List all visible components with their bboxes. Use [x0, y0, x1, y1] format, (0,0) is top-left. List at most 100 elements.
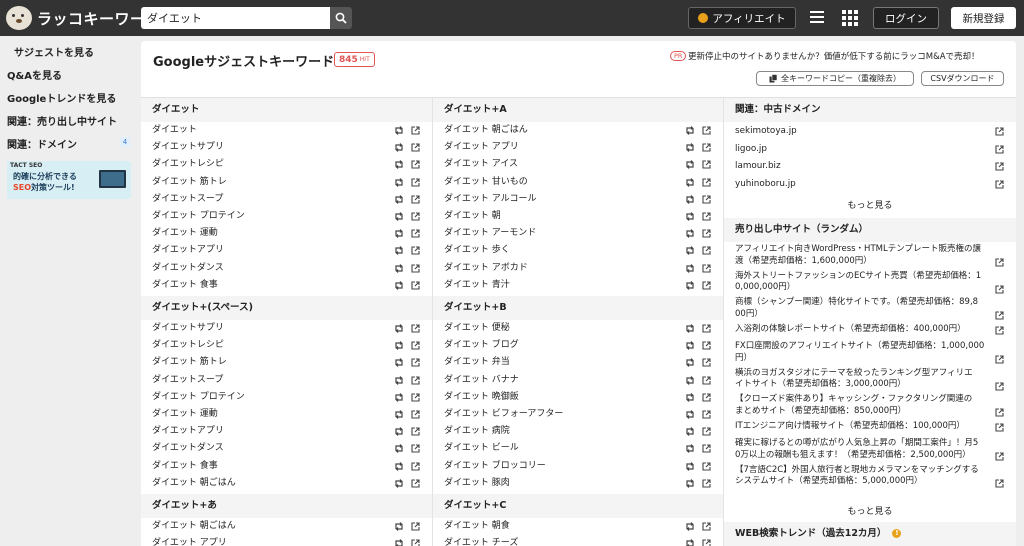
external-link-icon[interactable]: [702, 246, 711, 255]
dig-deeper-icon[interactable]: [685, 160, 695, 170]
apps-grid-icon[interactable]: [842, 10, 858, 26]
tact-seo-banner[interactable]: TACT SEO 的確に分析できる SEO対策ツール!: [7, 161, 131, 199]
keyword-row[interactable]: ダイエット 甘いもの: [433, 174, 723, 191]
external-link-icon[interactable]: [702, 143, 711, 152]
keyword-text[interactable]: ダイエットサプリ: [152, 142, 224, 152]
external-link-icon[interactable]: [702, 522, 711, 531]
dig-deeper-icon[interactable]: [685, 126, 695, 135]
dig-deeper-icon[interactable]: [685, 324, 695, 333]
external-link-icon[interactable]: [702, 444, 711, 453]
external-link-icon[interactable]: [411, 358, 420, 367]
external-link-icon[interactable]: [702, 393, 711, 402]
keyword-text[interactable]: ダイエット 晩御飯: [444, 392, 519, 402]
dig-deeper-icon[interactable]: [685, 539, 695, 546]
dig-deeper-icon[interactable]: [394, 461, 404, 471]
external-link-icon[interactable]: [411, 264, 420, 273]
external-link-icon[interactable]: [702, 479, 711, 488]
external-link-icon[interactable]: [995, 355, 1004, 364]
keyword-text[interactable]: ダイエット アイス: [444, 159, 518, 169]
keyword-text[interactable]: ダイエット アプリ: [152, 538, 227, 546]
keyword-row[interactable]: ダイエットサプリ: [141, 139, 432, 156]
keyword-row[interactable]: ダイエットアプリ: [141, 242, 432, 259]
keyword-row[interactable]: ダイエット ブロッコリー: [433, 458, 723, 475]
external-link-icon[interactable]: [411, 126, 420, 135]
sidebar-item-sites-for-sale[interactable]: 関連：売り出し中サイト: [7, 113, 117, 128]
keyword-text[interactable]: ダイエット 甘いもの: [444, 177, 528, 187]
external-link-icon[interactable]: [702, 324, 711, 333]
external-link-icon[interactable]: [702, 376, 711, 385]
site-for-sale-row[interactable]: 入浴剤の体験レポートサイト（希望売却価格：400,000円）: [724, 324, 1016, 336]
keyword-text[interactable]: ダイエットアプリ: [152, 426, 224, 436]
external-link-icon[interactable]: [995, 144, 1004, 154]
keyword-text[interactable]: ダイエット アプリ: [444, 142, 519, 152]
site-for-sale-row[interactable]: 商標（シャンプー関連）特化サイトです。（希望売却価格：89,8 00円）: [724, 297, 1016, 320]
keyword-row[interactable]: ダイエット 朝ごはん: [141, 518, 432, 535]
dig-deeper-icon[interactable]: [394, 126, 404, 135]
external-link-icon[interactable]: [702, 427, 711, 436]
keyword-text[interactable]: ダイエットダンス: [152, 443, 224, 453]
external-link-icon[interactable]: [702, 281, 711, 290]
keyword-text[interactable]: ダイエット 青汁: [444, 280, 510, 290]
external-link-icon[interactable]: [411, 539, 420, 546]
dig-deeper-icon[interactable]: [685, 280, 695, 290]
external-link-icon[interactable]: [411, 479, 420, 488]
dig-deeper-icon[interactable]: [394, 375, 404, 385]
dig-deeper-icon[interactable]: [394, 143, 404, 153]
external-link-icon[interactable]: [411, 376, 420, 385]
external-link-icon[interactable]: [702, 178, 711, 187]
login-button[interactable]: ログイン: [873, 7, 939, 29]
keyword-text[interactable]: ダイエット チーズ: [444, 538, 518, 546]
external-link-icon[interactable]: [702, 341, 711, 350]
site-for-sale-row[interactable]: 横浜のヨガスタジオにテーマを絞ったランキング型アフィリエ イトサイト（希望売却価格…: [724, 368, 1016, 391]
sidebar-item-qa[interactable]: Q&Aを見る: [7, 67, 62, 82]
external-link-icon[interactable]: [995, 258, 1004, 267]
dig-deeper-icon[interactable]: [394, 212, 404, 221]
site-for-sale-row[interactable]: 【7言語C2C】外国人旅行者と現地カメラマンをマッチングする システムサイト（希望…: [724, 465, 1016, 488]
keyword-row[interactable]: ダイエット アーモンド: [433, 225, 723, 242]
keyword-row[interactable]: ダイエット 食事: [141, 458, 432, 475]
keyword-row[interactable]: ダイエット 弁当: [433, 354, 723, 371]
keyword-text[interactable]: ダイエット 運動: [152, 409, 218, 419]
more-sites-link[interactable]: もっと見る: [724, 504, 1016, 517]
keyword-row[interactable]: ダイエット 青汁: [433, 277, 723, 294]
dig-deeper-icon[interactable]: [394, 246, 404, 256]
site-for-sale-row[interactable]: 海外ストリートファッションのECサイト売買（希望売却価格：1 0,000,000円…: [724, 271, 1016, 294]
external-link-icon[interactable]: [411, 195, 420, 204]
keyword-text[interactable]: ダイエットスープ: [152, 375, 223, 385]
external-link-icon[interactable]: [411, 178, 420, 187]
domain-name[interactable]: ligoo.jp: [735, 144, 767, 154]
keyword-row[interactable]: ダイエット アプリ: [141, 535, 432, 546]
search-input[interactable]: [141, 7, 330, 29]
keyword-row[interactable]: ダイエット ブログ: [433, 337, 723, 354]
keyword-text[interactable]: ダイエット アーモンド: [444, 228, 536, 238]
keyword-text[interactable]: ダイエットレシピ: [152, 340, 224, 350]
dig-deeper-icon[interactable]: [685, 522, 695, 531]
external-link-icon[interactable]: [411, 341, 420, 350]
dig-deeper-icon[interactable]: [685, 478, 695, 488]
keyword-text[interactable]: ダイエット 朝ごはん: [152, 478, 236, 488]
keyword-row[interactable]: ダイエットスープ: [141, 372, 432, 389]
keyword-text[interactable]: ダイエット 朝食: [444, 521, 510, 531]
keyword-row[interactable]: ダイエット 筋トレ: [141, 174, 432, 191]
domain-name[interactable]: lamour.biz: [735, 161, 781, 171]
keyword-text[interactable]: ダイエット 朝: [444, 211, 501, 221]
external-link-icon[interactable]: [995, 162, 1004, 171]
keyword-text[interactable]: ダイエット 食事: [152, 280, 218, 290]
external-link-icon[interactable]: [995, 423, 1004, 432]
logo[interactable]: ラッコキーワード: [6, 6, 161, 30]
external-link-icon[interactable]: [411, 462, 420, 471]
keyword-row[interactable]: ダイエット 筋トレ: [141, 354, 432, 371]
keyword-row[interactable]: ダイエット 朝: [433, 208, 723, 225]
domain-row[interactable]: yuhinoboru.jp: [724, 177, 1016, 194]
keyword-text[interactable]: ダイエット 筋トレ: [152, 357, 227, 367]
external-link-icon[interactable]: [702, 539, 711, 546]
sidebar-item-domains[interactable]: 関連：ドメイン: [7, 136, 77, 151]
keyword-row[interactable]: ダイエット 運動: [141, 406, 432, 423]
external-link-icon[interactable]: [702, 126, 711, 135]
dig-deeper-icon[interactable]: [394, 539, 404, 546]
keyword-row[interactable]: ダイエット ビフォーアフター: [433, 406, 723, 423]
domain-row[interactable]: ligoo.jp: [724, 142, 1016, 159]
keyword-row[interactable]: ダイエット 朝ごはん: [433, 122, 723, 139]
external-link-icon[interactable]: [411, 410, 420, 419]
keyword-row[interactable]: ダイエットレシピ: [141, 337, 432, 354]
